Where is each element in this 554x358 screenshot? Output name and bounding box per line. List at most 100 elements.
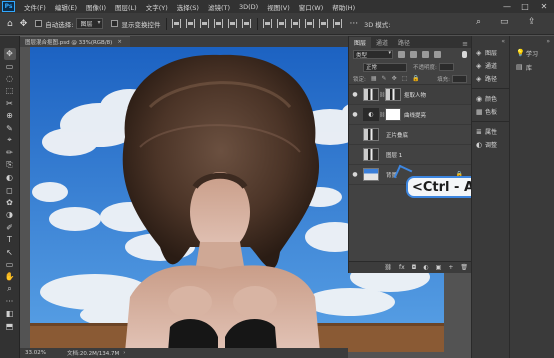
document-tab[interactable]: 图层混合抠图.psd @ 33%(RGB/8) × — [20, 36, 130, 47]
distribute-middle-icon[interactable] — [277, 19, 287, 28]
layer-row[interactable]: ● ◐ ⛓ 曲线提亮 — [349, 105, 471, 125]
eye-icon[interactable]: ● — [349, 111, 361, 118]
shape-tool-icon[interactable]: ▭ — [4, 259, 16, 271]
fill-field[interactable] — [452, 74, 467, 83]
workspace-icon[interactable]: ▭ — [500, 17, 509, 27]
share-icon[interactable]: ⇪ — [528, 17, 536, 27]
distribute-center-icon[interactable] — [319, 19, 329, 28]
show-transform-checkbox[interactable] — [111, 20, 119, 27]
lock-paint-icon[interactable]: ✎ — [382, 75, 387, 82]
layer-name[interactable]: 图层 1 — [386, 151, 402, 159]
delete-layer-icon[interactable]: 🗑 — [460, 264, 468, 271]
menu-3d[interactable]: 3D(D) — [239, 3, 258, 11]
auto-select-dropdown[interactable]: 图层 — [76, 18, 104, 29]
close-button[interactable]: ✕ — [535, 0, 553, 13]
type-tool-icon[interactable]: T — [4, 234, 16, 246]
menu-file[interactable]: 文件(F) — [24, 2, 46, 12]
layer-name[interactable]: 抠取人物 — [404, 91, 426, 99]
lock-all-icon[interactable]: 🔒 — [412, 75, 419, 82]
close-tab-icon[interactable]: × — [117, 39, 122, 45]
layer-mask-thumbnail[interactable] — [385, 108, 401, 121]
menu-image[interactable]: 图像(I) — [86, 2, 106, 12]
panel-item-swatches[interactable]: ▦ 色板 — [472, 105, 509, 118]
panel-item-channels[interactable]: ◈ 通道 — [472, 59, 509, 72]
menu-window[interactable]: 窗口(W) — [299, 2, 324, 12]
adjustment-filter-icon[interactable] — [410, 51, 417, 58]
lock-pixels-icon[interactable]: ▦ — [371, 75, 377, 82]
menu-select[interactable]: 选择(S) — [177, 2, 199, 12]
panel-item-properties[interactable]: ≣ 属性 — [472, 125, 509, 138]
history-brush-tool-icon[interactable]: ◐ — [4, 172, 16, 184]
align-top-icon[interactable] — [214, 19, 224, 28]
zoom-level[interactable]: 33.02% — [25, 350, 55, 356]
layer-row[interactable]: ● ⛓ 抠取人物 — [349, 85, 471, 105]
panel-item-color[interactable]: ◉ 颜色 — [472, 92, 509, 105]
hand-tool-icon[interactable]: ✋ — [4, 271, 16, 283]
tab-channels[interactable]: 通道 — [371, 37, 393, 48]
healing-tool-icon[interactable]: ⌖ — [4, 135, 16, 147]
align-bottom-icon[interactable] — [242, 19, 252, 28]
menu-type[interactable]: 文字(Y) — [146, 2, 168, 12]
align-middle-icon[interactable] — [228, 19, 238, 28]
add-mask-icon[interactable]: ◘ — [412, 264, 417, 271]
crop-tool-icon[interactable]: ✂ — [4, 98, 16, 110]
collapse-icon[interactable]: « — [501, 38, 505, 45]
eraser-tool-icon[interactable]: ◻ — [4, 184, 16, 196]
more-options-icon[interactable]: ··· — [349, 19, 358, 29]
path-select-tool-icon[interactable]: ↖ — [4, 246, 16, 258]
more-tools-icon[interactable]: ··· — [4, 296, 16, 308]
tab-paths[interactable]: 路径 — [393, 37, 415, 48]
distribute-left-icon[interactable] — [305, 19, 315, 28]
layer-filter-dropdown[interactable]: 类型 — [353, 50, 393, 59]
menu-filter[interactable]: 滤镜(T) — [208, 2, 230, 12]
status-menu-icon[interactable]: › — [123, 350, 125, 356]
dodge-tool-icon[interactable]: ◑ — [4, 209, 16, 221]
zoom-tool-icon[interactable]: ⌕ — [4, 283, 16, 295]
tab-layers[interactable]: 图层 — [349, 37, 372, 48]
layer-name[interactable]: 正片叠底 — [386, 131, 408, 139]
quick-select-tool-icon[interactable]: ⬚ — [4, 85, 16, 97]
new-layer-icon[interactable]: + — [448, 264, 453, 271]
frame-tool-icon[interactable]: ⊕ — [4, 110, 16, 122]
eye-icon[interactable]: ● — [349, 91, 361, 98]
menu-view[interactable]: 视图(V) — [267, 2, 290, 12]
panel-item-adjustments[interactable]: ◐ 调整 — [472, 138, 509, 151]
layer-name[interactable]: 曲线提亮 — [404, 111, 426, 119]
home-icon[interactable]: ⌂ — [7, 19, 13, 29]
pixel-filter-icon[interactable] — [398, 51, 405, 58]
type-filter-icon[interactable] — [422, 51, 429, 58]
panel-item-libraries[interactable]: ▤ 库 — [510, 60, 554, 74]
panel-item-learn[interactable]: 💡 学习 — [510, 46, 554, 60]
menu-help[interactable]: 帮助(H) — [332, 2, 355, 12]
group-icon[interactable]: ▣ — [436, 264, 442, 271]
expand-icon[interactable]: » — [546, 38, 550, 45]
move-tool-icon[interactable]: ✥ — [20, 19, 28, 29]
distribute-right-icon[interactable] — [333, 19, 343, 28]
lasso-tool-icon[interactable]: ◌ — [4, 73, 16, 85]
brush-tool-icon[interactable]: ✏ — [4, 147, 16, 159]
panel-menu-icon[interactable]: ≡ — [462, 40, 468, 48]
shape-filter-icon[interactable] — [434, 51, 441, 58]
align-right-icon[interactable] — [200, 19, 210, 28]
gradient-tool-icon[interactable]: ✿ — [4, 197, 16, 209]
lock-position-icon[interactable]: ✥ — [392, 75, 397, 82]
distribute-top-icon[interactable] — [263, 19, 273, 28]
panel-item-paths[interactable]: ◈ 路径 — [472, 72, 509, 85]
lock-artboard-icon[interactable]: ⬚ — [402, 75, 408, 82]
layer-mask-thumbnail[interactable] — [385, 88, 401, 101]
maximize-button[interactable]: □ — [516, 0, 534, 13]
adjustment-layer-icon[interactable]: ◐ — [423, 264, 428, 271]
auto-select-checkbox[interactable] — [35, 20, 43, 27]
link-layers-icon[interactable]: ⛓ — [384, 264, 392, 271]
quick-mask-icon[interactable]: ⬒ — [4, 321, 16, 333]
eyedropper-tool-icon[interactable]: ✎ — [4, 122, 16, 134]
menu-layer[interactable]: 图层(L) — [115, 2, 137, 12]
search-icon[interactable]: ⌕ — [476, 17, 481, 27]
menu-edit[interactable]: 编辑(E) — [55, 2, 77, 12]
color-swatch-icon[interactable]: ◧ — [4, 308, 16, 320]
panel-item-layers[interactable]: ◈ 图层 — [472, 46, 509, 59]
align-left-icon[interactable] — [172, 19, 182, 28]
filter-toggle[interactable] — [462, 51, 467, 58]
clone-stamp-tool-icon[interactable]: ⎘ — [4, 160, 16, 172]
eye-icon[interactable]: ● — [349, 171, 361, 178]
